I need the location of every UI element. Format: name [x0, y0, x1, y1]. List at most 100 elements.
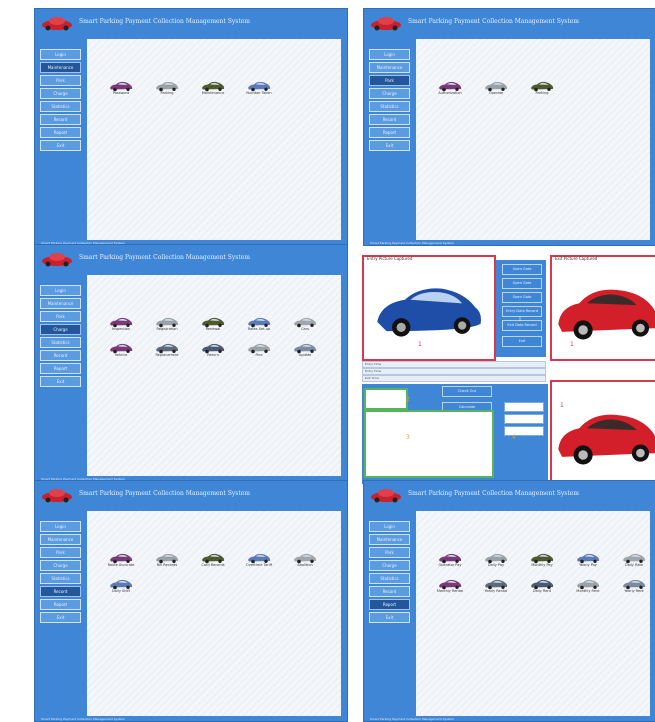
menu-item[interactable]: Operate — [474, 77, 518, 103]
exit-photo-title: Exit Picture Captured — [555, 256, 598, 261]
sidebar-item-statistics[interactable]: Statistics — [40, 573, 81, 584]
sidebar-item-login[interactable]: Login — [40, 285, 81, 296]
sidebar-item-record[interactable]: Record — [369, 586, 410, 597]
sidebar-item-exit[interactable]: Exit — [369, 612, 410, 623]
exit-button[interactable]: Exit — [502, 336, 542, 347]
menu-item[interactable]: Daily Rent — [520, 575, 564, 601]
marker-number: 1 — [570, 341, 574, 348]
menu-item[interactable]: Update — [283, 339, 327, 365]
sidebar-item-report[interactable]: Report — [369, 599, 410, 610]
menu-item[interactable]: Parking — [145, 77, 189, 103]
sidebar-item-maintenance[interactable]: Maintenance — [369, 534, 410, 545]
sidebar-item-charge[interactable]: Charge — [40, 324, 81, 335]
menu-item[interactable]: Authorization — [428, 77, 472, 103]
sidebar-item-park[interactable]: Park — [40, 547, 81, 558]
menu-item[interactable]: Vehicle — [99, 339, 143, 365]
menu-item[interactable]: Renewal — [191, 313, 235, 339]
menu-item[interactable]: Rates Set-up — [237, 313, 281, 339]
plate-input-box[interactable] — [364, 388, 408, 410]
menu-item[interactable]: Password — [99, 77, 143, 103]
sidebar-item-login[interactable]: Login — [369, 521, 410, 532]
menu-item[interactable]: Monthly Pay — [520, 549, 564, 575]
menu-item[interactable]: Yearly Pay — [566, 549, 610, 575]
menu-item[interactable]: Bill Records — [145, 549, 189, 575]
sidebar-item-record[interactable]: Record — [40, 586, 81, 597]
sidebar-item-charge[interactable]: Charge — [369, 560, 410, 571]
change-input[interactable] — [504, 426, 544, 436]
sidebar-item-exit[interactable]: Exit — [40, 612, 81, 623]
menu-item[interactable]: Monthly Rental — [428, 575, 472, 601]
menu-item[interactable]: Registration — [145, 313, 189, 339]
sidebar-item-maintenance[interactable]: Maintenance — [40, 534, 81, 545]
menu-item[interactable]: Overtime Tariff — [237, 549, 281, 575]
sidebar-item-record[interactable]: Record — [40, 114, 81, 125]
menu-item[interactable]: Card Records — [191, 549, 235, 575]
menu-item[interactable]: Inspection — [99, 313, 143, 339]
car-icon — [530, 549, 554, 564]
menu-item[interactable]: Fine — [237, 339, 281, 365]
car-icon — [109, 339, 133, 354]
menu-item[interactable]: Daily Pay — [474, 549, 518, 575]
menu-item[interactable]: Parking — [520, 77, 564, 103]
sidebar-item-report[interactable]: Report — [369, 127, 410, 138]
menu-item[interactable]: Maintenance — [191, 77, 235, 103]
menu-item-label: Daily Rent — [533, 589, 551, 593]
app-title: Smart Parking Payment Collection Managem… — [79, 18, 250, 25]
open-gate-button[interactable]: Open Gate — [502, 278, 542, 289]
menu-item-label: Operator Pay — [438, 563, 462, 567]
car-icon — [530, 575, 554, 590]
sidebar-item-record[interactable]: Record — [369, 114, 410, 125]
check-out-button[interactable]: Check Out — [442, 386, 492, 397]
sidebar-item-record[interactable]: Record — [40, 350, 81, 361]
sidebar-item-statistics[interactable]: Statistics — [40, 337, 81, 348]
marker-number: 1 — [518, 316, 522, 323]
open-gate-button[interactable]: Open Gate — [502, 292, 542, 303]
sidebar-item-exit[interactable]: Exit — [369, 140, 410, 151]
fee-input[interactable] — [504, 402, 544, 412]
sidebar-item-maintenance[interactable]: Maintenance — [40, 298, 81, 309]
sidebar-item-report[interactable]: Report — [40, 127, 81, 138]
exit-record-button[interactable]: Exit Data Record — [502, 320, 542, 331]
sidebar-item-exit[interactable]: Exit — [40, 376, 81, 387]
menu-item[interactable]: Daily Rate — [612, 549, 655, 575]
sidebar-item-report[interactable]: Report — [40, 363, 81, 374]
menu-item[interactable]: Yearly Rental — [474, 575, 518, 601]
menu-item[interactable]: Daily Shift — [99, 575, 143, 601]
sidebar-item-park[interactable]: Park — [40, 75, 81, 86]
menu-item-label: Number Taken — [246, 91, 272, 95]
menu-item[interactable]: Monthly Rent — [566, 575, 610, 601]
sidebar-item-park[interactable]: Park — [369, 75, 410, 86]
app-title: Smart Parking Payment Collection Managem… — [408, 18, 579, 25]
sidebar-item-report[interactable]: Report — [40, 599, 81, 610]
sidebar-item-login[interactable]: Login — [40, 49, 81, 60]
screen-panel-1: Smart Parking Payment Collection Managem… — [34, 8, 348, 246]
menu-item[interactable]: Replacement — [145, 339, 189, 365]
menu-item[interactable]: Route Accurate — [99, 549, 143, 575]
menu-item-label: Registration — [156, 327, 178, 331]
menu-item[interactable]: Cars — [283, 313, 327, 339]
menu-item[interactable]: Return — [191, 339, 235, 365]
sidebar-item-maintenance[interactable]: Maintenance — [40, 62, 81, 73]
sidebar-item-login[interactable]: Login — [40, 521, 81, 532]
sidebar-item-park[interactable]: Park — [40, 311, 81, 322]
header-bar: Smart Parking Payment Collection Managem… — [35, 481, 347, 511]
sidebar-item-maintenance[interactable]: Maintenance — [369, 62, 410, 73]
entry-time-row: Entry Time — [362, 361, 546, 368]
sidebar-item-statistics[interactable]: Statistics — [40, 101, 81, 112]
paid-input[interactable] — [504, 414, 544, 424]
menu-item[interactable]: Abolition — [283, 549, 327, 575]
sidebar-item-statistics[interactable]: Statistics — [369, 573, 410, 584]
menu-item[interactable]: Yearly Rent — [612, 575, 655, 601]
entry-record-button[interactable]: Entry Data Record — [502, 306, 542, 317]
sidebar-item-park[interactable]: Park — [369, 547, 410, 558]
open-gate-button[interactable]: Open Gate — [502, 264, 542, 275]
sidebar-item-charge[interactable]: Charge — [40, 560, 81, 571]
sidebar-item-exit[interactable]: Exit — [40, 140, 81, 151]
menu-item[interactable]: Operator Pay — [428, 549, 472, 575]
sidebar-item-charge[interactable]: Charge — [40, 88, 81, 99]
menu-item[interactable]: Number Taken — [237, 77, 281, 103]
sidebar-item-charge[interactable]: Charge — [369, 88, 410, 99]
marker-number: 2 — [406, 396, 410, 403]
sidebar-item-login[interactable]: Login — [369, 49, 410, 60]
sidebar-item-statistics[interactable]: Statistics — [369, 101, 410, 112]
